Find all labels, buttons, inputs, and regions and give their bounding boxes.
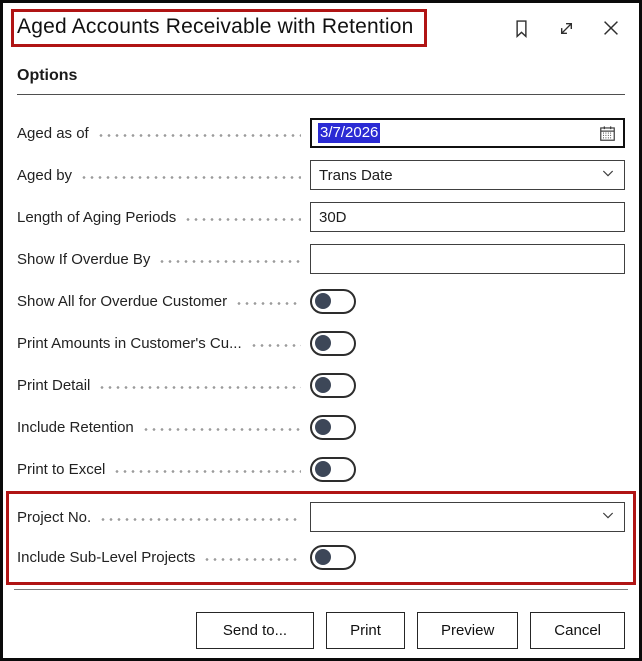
field-label: Project No. xyxy=(17,509,91,526)
chevron-down-icon xyxy=(600,165,616,185)
toggle-knob xyxy=(315,377,331,393)
dotted-leader xyxy=(99,518,301,521)
section-title: Options xyxy=(17,67,625,85)
chevron-down-icon xyxy=(600,507,616,527)
dotted-leader xyxy=(142,428,301,431)
dotted-leader xyxy=(113,470,301,473)
print-to-excel-toggle[interactable] xyxy=(310,457,356,482)
length-of-aging-periods-input[interactable] xyxy=(310,202,625,232)
field-label: Length of Aging Periods xyxy=(17,209,176,226)
field-label: Include Sub-Level Projects xyxy=(17,549,195,566)
dotted-leader xyxy=(97,134,301,137)
field-row-project-no: Project No. xyxy=(17,502,625,532)
include-sub-level-projects-toggle[interactable] xyxy=(310,545,356,570)
dotted-leader xyxy=(158,260,301,263)
aged-as-of-input[interactable]: 3/7/2026 xyxy=(310,118,625,148)
cancel-button[interactable]: Cancel xyxy=(530,612,625,649)
field-row-length-of-aging-periods: Length of Aging Periods xyxy=(17,202,625,232)
dotted-leader xyxy=(250,344,301,347)
dialog-header: Aged Accounts Receivable with Retention xyxy=(17,9,625,47)
field-row-print-amounts-in-customers-currency: Print Amounts in Customer's Cu... xyxy=(17,328,625,358)
field-label: Aged as of xyxy=(17,125,89,142)
include-retention-toggle[interactable] xyxy=(310,415,356,440)
footer-divider xyxy=(14,589,628,590)
field-label: Aged by xyxy=(17,167,72,184)
toggle-knob xyxy=(315,461,331,477)
dotted-leader xyxy=(80,176,301,179)
field-label: Show All for Overdue Customer xyxy=(17,293,227,310)
toggle-knob xyxy=(315,549,331,565)
print-detail-toggle[interactable] xyxy=(310,373,356,398)
field-label: Print Detail xyxy=(17,377,90,394)
options-section-header: Options xyxy=(17,67,625,95)
dialog-footer: Send to... Print Preview Cancel xyxy=(17,589,625,649)
field-row-aged-by: Aged by Trans Date xyxy=(17,160,625,190)
field-row-aged-as-of: Aged as of 3/7/2026 xyxy=(17,118,625,148)
options-fields: Aged as of 3/7/2026 xyxy=(17,118,625,585)
field-label: Show If Overdue By xyxy=(17,251,150,268)
close-icon[interactable] xyxy=(599,16,623,40)
preview-button[interactable]: Preview xyxy=(417,612,518,649)
dotted-leader xyxy=(98,386,301,389)
print-amounts-in-customers-currency-toggle[interactable] xyxy=(310,331,356,356)
dotted-leader xyxy=(235,302,301,305)
project-no-select[interactable] xyxy=(310,502,625,532)
dialog-title: Aged Accounts Receivable with Retention xyxy=(17,15,414,39)
calendar-icon[interactable] xyxy=(598,124,617,143)
expand-icon[interactable] xyxy=(554,16,578,40)
toggle-knob xyxy=(315,293,331,309)
show-all-for-overdue-customer-toggle[interactable] xyxy=(310,289,356,314)
toggle-knob xyxy=(315,335,331,351)
toggle-knob xyxy=(315,419,331,435)
dotted-leader xyxy=(184,218,301,221)
aged-by-select[interactable]: Trans Date xyxy=(310,160,625,190)
field-row-include-sub-level-projects: Include Sub-Level Projects xyxy=(17,542,625,572)
field-row-show-if-overdue-by: Show If Overdue By xyxy=(17,244,625,274)
date-value-selected: 3/7/2026 xyxy=(318,123,380,143)
header-icons xyxy=(509,16,625,40)
title-annotation-box: Aged Accounts Receivable with Retention xyxy=(11,9,427,47)
field-row-print-detail: Print Detail xyxy=(17,370,625,400)
field-label: Include Retention xyxy=(17,419,134,436)
fields-annotation-box: Project No. Include Sub-Level Projects xyxy=(6,491,636,585)
footer-buttons: Send to... Print Preview Cancel xyxy=(17,612,625,649)
bookmark-icon[interactable] xyxy=(509,16,533,40)
field-label: Print Amounts in Customer's Cu... xyxy=(17,335,242,352)
field-row-include-retention: Include Retention xyxy=(17,412,625,442)
select-value: Trans Date xyxy=(319,167,393,184)
field-row-print-to-excel: Print to Excel xyxy=(17,454,625,484)
print-button[interactable]: Print xyxy=(326,612,405,649)
field-label: Print to Excel xyxy=(17,461,105,478)
show-if-overdue-by-input[interactable] xyxy=(310,244,625,274)
field-row-show-all-for-overdue-customer: Show All for Overdue Customer xyxy=(17,286,625,316)
send-to-button[interactable]: Send to... xyxy=(196,612,314,649)
dotted-leader xyxy=(203,558,301,561)
report-options-dialog: Aged Accounts Receivable with Retention xyxy=(0,0,642,661)
